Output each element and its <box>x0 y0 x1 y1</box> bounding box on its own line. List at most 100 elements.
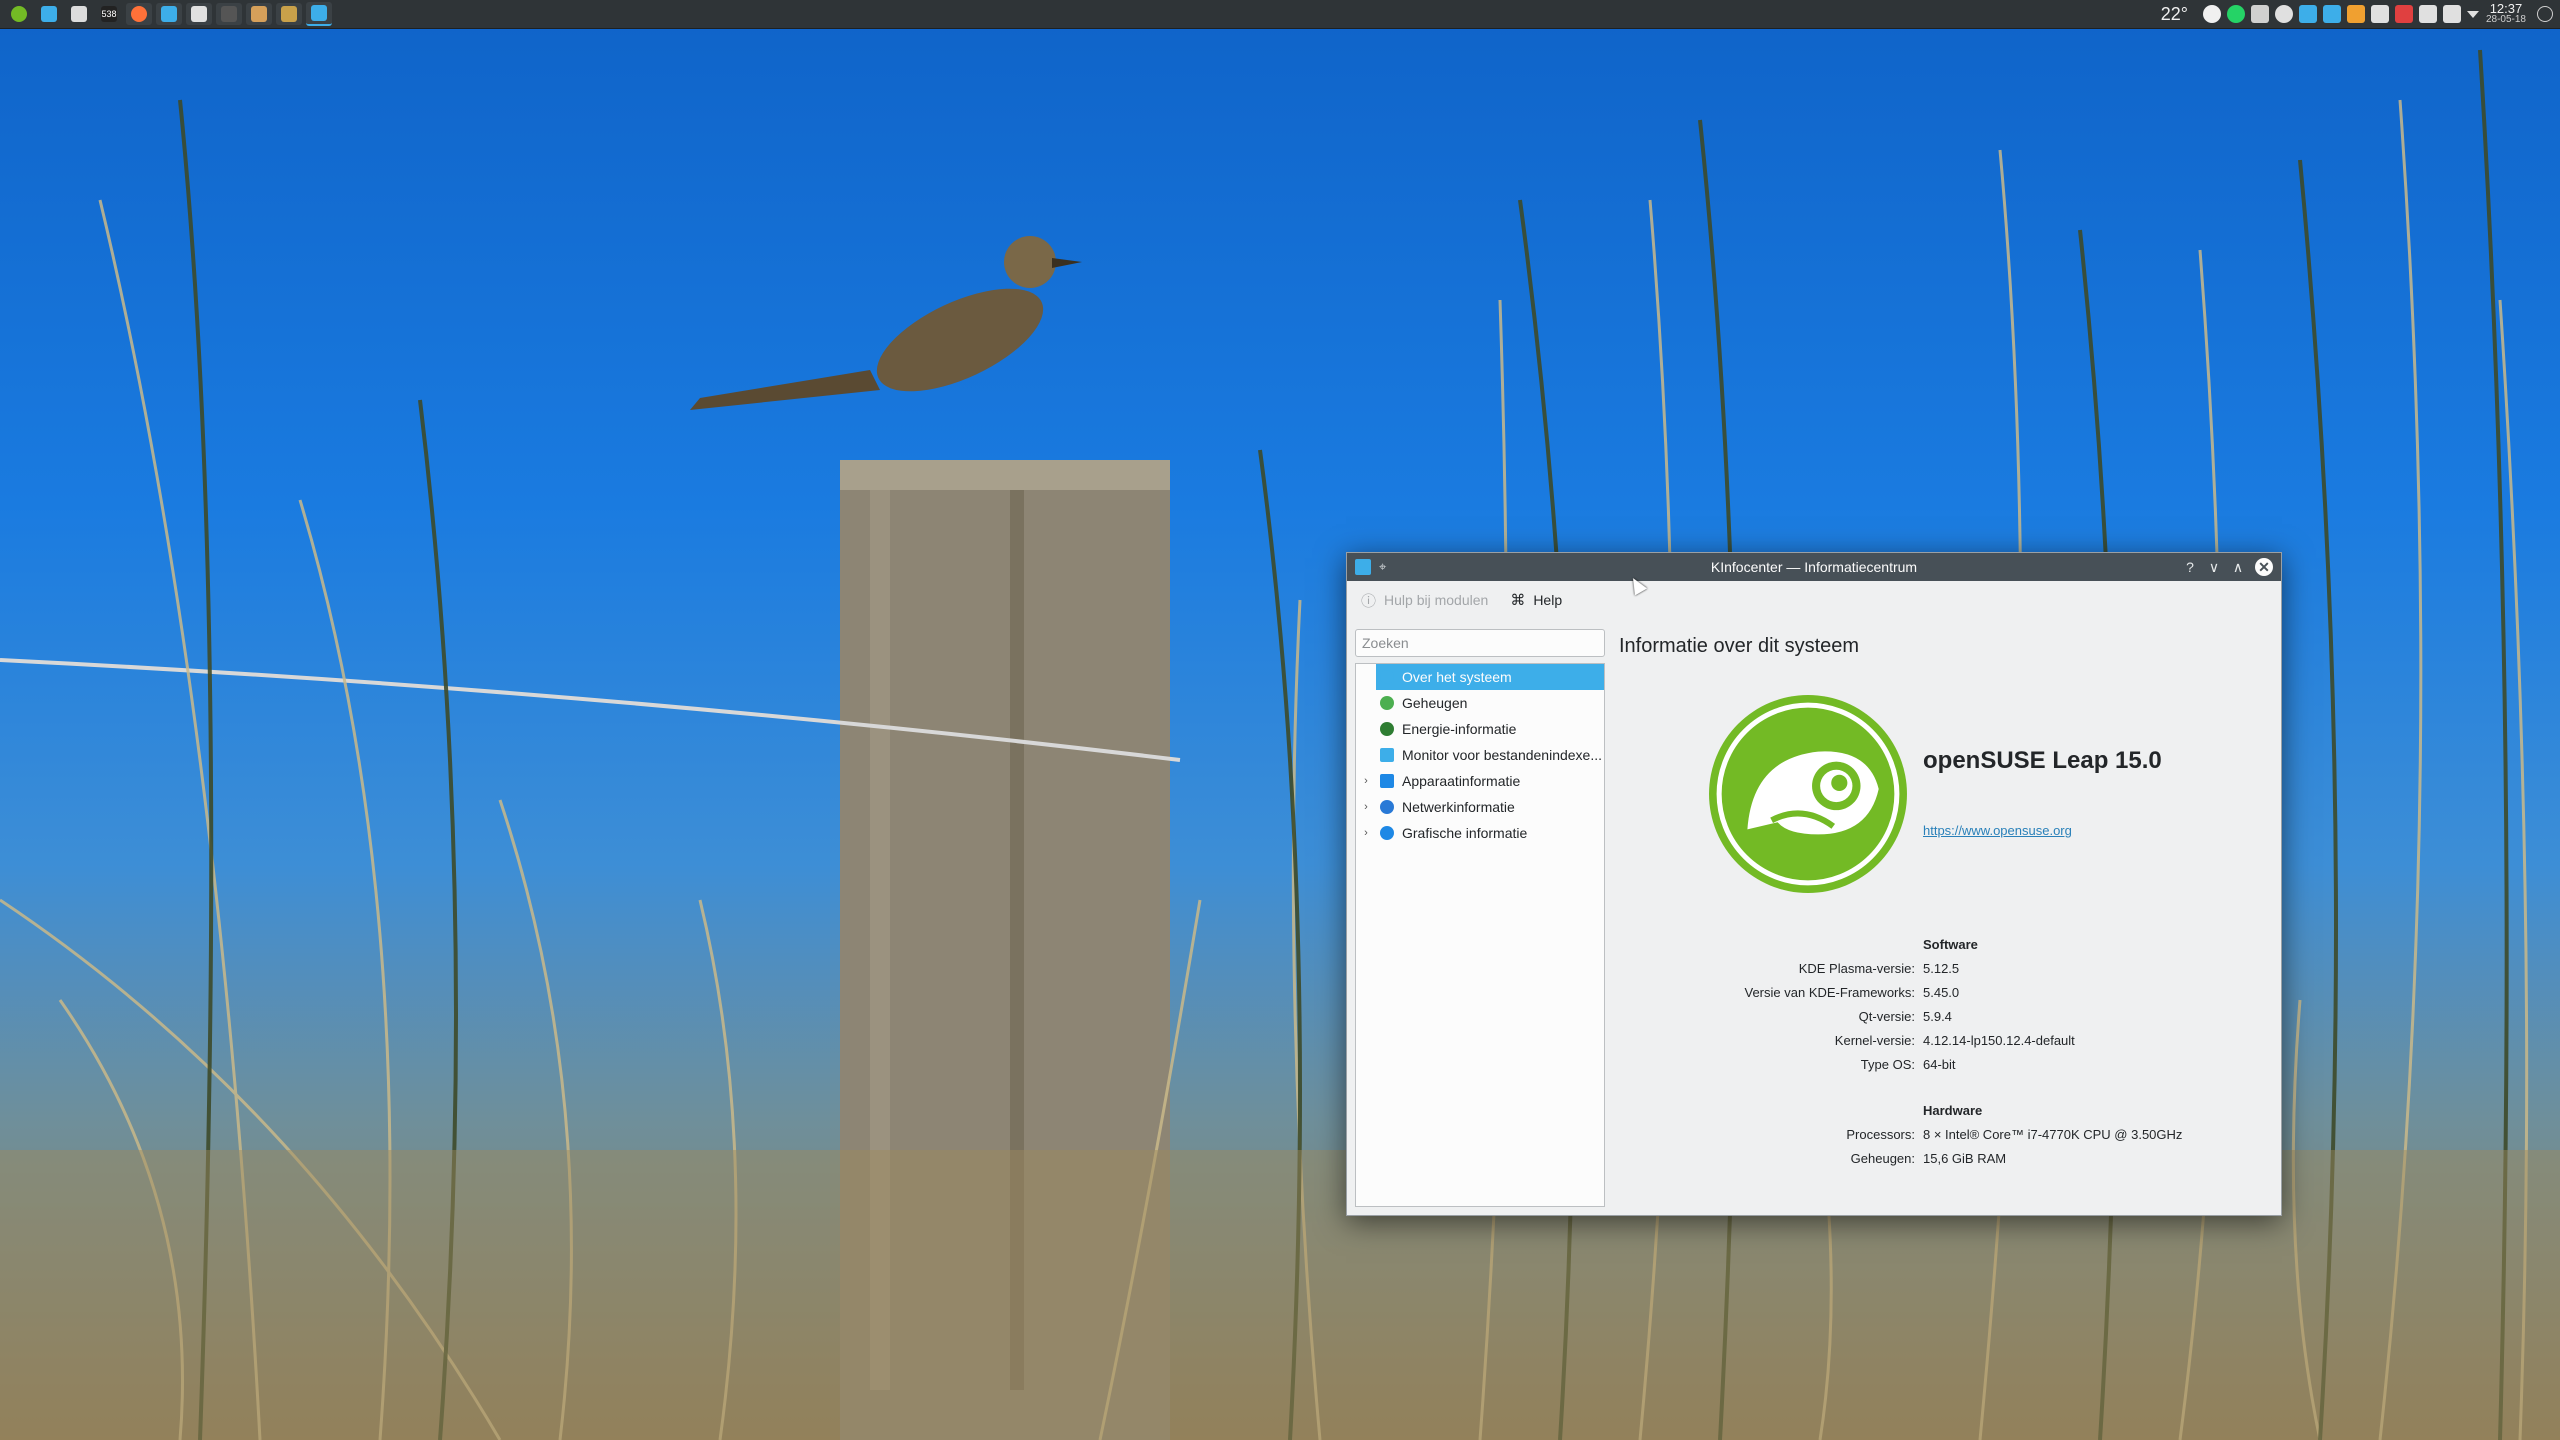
help-button[interactable]: ⌘ Help <box>1510 591 1562 609</box>
system-tray: 22° 12:37 28-05-18 <box>2161 0 2560 28</box>
info-value: 8 × Intel® Core™ i7-4770K CPU @ 3.50GHz <box>1923 1127 2183 1142</box>
archive-icon[interactable] <box>246 3 272 25</box>
firefox-icon[interactable] <box>126 3 152 25</box>
info-value: 4.12.14-lp150.12.4-default <box>1923 1033 2075 1048</box>
help-menu-icon: ⌘ <box>1510 592 1526 609</box>
calendar-icon[interactable]: 538 <box>96 3 122 25</box>
calendar-icon-glyph: 538 <box>101 6 117 22</box>
info-value: 64-bit <box>1923 1057 1956 1072</box>
nav-item-label: Geheugen <box>1402 695 1468 711</box>
task-manager: 538 <box>0 0 334 28</box>
file-index-icon <box>1380 748 1394 762</box>
module-help-label: Hulp bij modulen <box>1384 592 1489 608</box>
energy-icon <box>1380 722 1394 736</box>
nav-item-label: Monitor voor bestandenindexe... <box>1402 747 1602 763</box>
pin-icon[interactable]: ⌖ <box>1379 559 1386 575</box>
nav-item-5[interactable]: › Netwerkinformatie <box>1356 794 1604 820</box>
opensuse-menu-icon[interactable] <box>6 3 32 25</box>
file-manager-icon[interactable] <box>156 3 182 25</box>
software-row: Qt-versie: 5.9.4 <box>1619 1005 2273 1029</box>
expand-tray-icon[interactable] <box>2466 10 2479 18</box>
settings-icon[interactable] <box>186 3 212 25</box>
info-icon: ⓘ <box>1361 592 1377 610</box>
clock-time: 12:37 <box>2489 1 2523 16</box>
nav-item-6[interactable]: › Grafische informatie <box>1356 820 1604 846</box>
nav-item-3[interactable]: Monitor voor bestandenindexe... <box>1356 742 1604 768</box>
minimize-button[interactable]: ∨ <box>2203 556 2225 578</box>
distro-name: openSUSE Leap 15.0 <box>1923 747 2162 774</box>
network-icon[interactable] <box>2370 5 2389 23</box>
system-info-table: Software KDE Plasma-versie: 5.12.5 Versie … <box>1619 933 2273 1171</box>
page-title: Informatie over dit systeem <box>1619 635 1860 657</box>
toolbar: ⓘ Hulp bij modulen ⌘ Help <box>1347 581 2281 619</box>
dropbox-icon[interactable] <box>2298 5 2317 23</box>
desktop-icon-glyph <box>41 6 57 22</box>
info-value: 5.45.0 <box>1923 985 1960 1000</box>
maximize-button[interactable]: ∧ <box>2227 556 2249 578</box>
nav-item-label: Energie-informatie <box>1402 721 1517 737</box>
image-viewer-icon[interactable] <box>276 3 302 25</box>
whatsapp-icon[interactable] <box>2226 5 2245 23</box>
device-icon <box>1380 774 1394 788</box>
info-icon <box>1380 670 1394 684</box>
info-value: 5.12.5 <box>1923 961 1960 976</box>
software-row: KDE Plasma-versie: 5.12.5 <box>1619 957 2273 981</box>
volume-icon[interactable] <box>2442 5 2461 23</box>
opensuse-logo-icon <box>1709 695 1907 893</box>
nav-item-label: Apparaatinformatie <box>1402 773 1521 789</box>
info-key: Processors: <box>1846 1127 1915 1142</box>
context-help-button[interactable]: ? <box>2179 556 2201 578</box>
display-icon[interactable] <box>2418 5 2437 23</box>
close-button[interactable]: ✕ <box>2255 558 2273 576</box>
window-title: KInfocenter — Informatiecentrum <box>1710 559 1918 575</box>
settings-icon-glyph <box>191 6 207 22</box>
temperature-readout: 22° <box>2160 3 2188 24</box>
show-desktop-icon[interactable] <box>2537 6 2553 22</box>
desktop-icon[interactable] <box>36 3 62 25</box>
system-monitor-icon-glyph <box>71 6 87 22</box>
kinfocenter-icon[interactable] <box>306 2 332 26</box>
search-input[interactable] <box>1355 629 1605 657</box>
top-panel: 538 22° 12:37 28-05-18 <box>0 0 2560 29</box>
digital-clock[interactable]: 12:37 28-05-18 <box>2486 1 2526 25</box>
expand-arrow-icon[interactable]: › <box>1356 827 1376 839</box>
info-key: Kernel-versie: <box>1834 1033 1915 1048</box>
info-key: Type OS: <box>1860 1057 1915 1072</box>
graphics-icon <box>1380 826 1394 840</box>
hardware-row: Geheugen: 15,6 GiB RAM <box>1619 1147 2273 1171</box>
software-row: Versie van KDE-Frameworks: 5.45.0 <box>1619 981 2273 1005</box>
expand-arrow-icon[interactable]: › <box>1356 775 1376 787</box>
nav-item-4[interactable]: › Apparaatinformatie <box>1356 768 1604 794</box>
hardware-row: Processors: 8 × Intel® Core™ i7-4770K CPU… <box>1619 1123 2273 1147</box>
title-bar[interactable]: ⌖ KInfocenter — Informatiecentrum ? ∨ ∧ … <box>1347 553 2281 581</box>
weather-sun-icon[interactable] <box>2202 5 2221 23</box>
info-key: Qt-versie: <box>1858 1009 1915 1024</box>
firefox-icon-glyph <box>131 6 147 22</box>
opensuse-menu-icon-glyph <box>11 6 27 22</box>
distro-website-link[interactable]: https://www.opensuse.org <box>1923 823 2072 838</box>
nav-item-2[interactable]: Energie-informatie <box>1356 716 1604 742</box>
kinfocenter-icon-glyph <box>311 5 327 21</box>
software-row: Kernel-versie: 4.12.14-lp150.12.4-default <box>1619 1029 2273 1053</box>
about-system-panel: Informatie over dit systeem openSUSE Lea… <box>1619 629 2273 1207</box>
kinfocenter-icon[interactable] <box>1355 559 1371 575</box>
steam-icon[interactable] <box>2274 5 2293 23</box>
updates-icon[interactable] <box>2394 5 2413 23</box>
system-monitor-icon[interactable] <box>66 3 92 25</box>
help-label: Help <box>1533 592 1563 608</box>
nav-item-label: Over het systeem <box>1402 669 1512 685</box>
kde-connect-icon[interactable] <box>2322 5 2341 23</box>
nav-item-1[interactable]: Geheugen <box>1356 690 1604 716</box>
software-section-title: Software <box>1923 937 1978 952</box>
night-color-icon[interactable] <box>2346 5 2365 23</box>
archive-icon-glyph <box>251 6 267 22</box>
hardware-section-title: Hardware <box>1923 1103 1983 1118</box>
nav-item-0[interactable]: Over het systeem <box>1376 664 1604 690</box>
software-row: Type OS: 64-bit <box>1619 1053 2273 1077</box>
expand-arrow-icon[interactable]: › <box>1356 801 1376 813</box>
module-navigation: Over het systeem Geheugen Energie-informat… <box>1355 663 1605 1207</box>
terminal-icon[interactable] <box>216 3 242 25</box>
module-help-button[interactable]: ⓘ Hulp bij modulen <box>1361 590 1488 611</box>
file-manager-icon-glyph <box>161 6 177 22</box>
battery-icon[interactable] <box>2250 5 2269 23</box>
